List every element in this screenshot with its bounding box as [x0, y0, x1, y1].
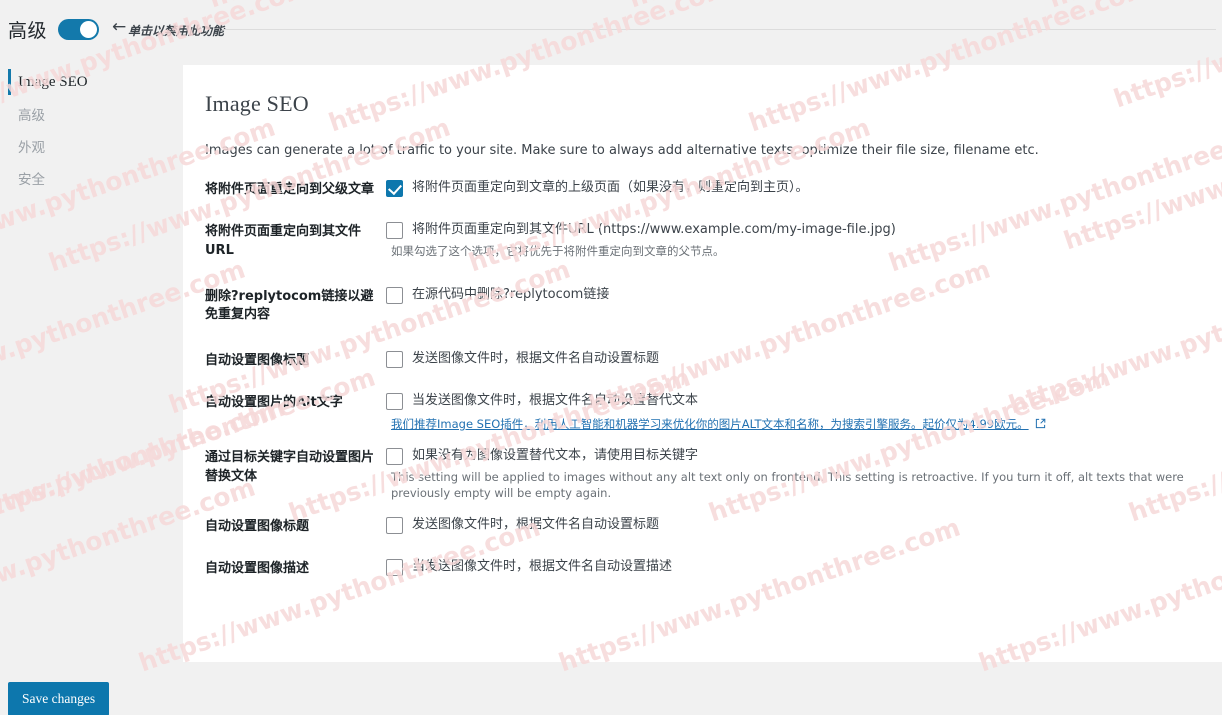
- checkbox-line: 当发送图像文件时，根据文件名自动设置替代文本: [386, 393, 1200, 411]
- save-changes-button[interactable]: Save changes: [8, 682, 110, 715]
- setting-label: 自动设置图像标题: [205, 353, 310, 369]
- promo-link-wrapper: 我们推荐Image SEO插件，利用人工智能和机器学习来优化你的图片ALT文本和…: [386, 410, 1200, 434]
- setting-label: 通过目标关键字自动设置图片替换文体: [205, 450, 375, 484]
- checkbox-label[interactable]: 当发送图像文件时，根据文件名自动设置描述: [412, 559, 672, 576]
- setting-checkbox[interactable]: [386, 558, 403, 576]
- setting-label: 自动设置图像描述: [205, 560, 310, 576]
- page-title: Image SEO: [205, 91, 309, 116]
- setting-checkbox[interactable]: [386, 448, 403, 466]
- setting-help-text: 如果勾选了这个选项，它将优先于将附件重定向到文章的父节点。: [391, 243, 725, 258]
- sidebar-item-label: 安全: [18, 172, 45, 188]
- checkbox-line: 将附件页面重定向到其文件URL (https://www.example.com…: [386, 221, 1200, 239]
- checkbox-label[interactable]: 发送图像文件时，根据文件名自动设置标题: [412, 517, 659, 534]
- setting-field: 发送图像文件时，根据文件名自动设置标题: [385, 517, 1200, 535]
- setting-field: 在源代码中删除?replytocom链接: [385, 286, 1200, 304]
- sidebar-item-image-seo[interactable]: Image SEO: [0, 66, 183, 98]
- setting-row: 删除?replytocom链接以避免重复内容 在源代码中删除?replytocom…: [205, 286, 1200, 326]
- page-description: Images can generate a lot of traffic to …: [205, 143, 1039, 158]
- setting-row: 自动设置图片的Alt文字 当发送图像文件时，根据文件名自动设置替代文本我们推荐Im…: [205, 393, 1200, 434]
- header-divider: [222, 29, 1216, 30]
- save-bar: Save changes: [0, 662, 1222, 715]
- advanced-label: 高级: [8, 20, 48, 42]
- external-link-icon[interactable]: [1035, 416, 1046, 434]
- setting-field: 发送图像文件时，根据文件名自动设置标题: [385, 351, 1200, 369]
- setting-row: 自动设置图像标题 发送图像文件时，根据文件名自动设置标题: [205, 351, 1200, 371]
- sidebar-item-1[interactable]: 高级: [0, 98, 183, 130]
- setting-checkbox[interactable]: [386, 180, 403, 197]
- setting-label: 自动设置图像标题: [205, 519, 310, 535]
- image-seo-promo-link[interactable]: 我们推荐Image SEO插件，利用人工智能和机器学习来优化你的图片ALT文本和…: [391, 416, 1029, 432]
- checkbox-line: 如果没有为图像设置替代文本，请使用目标关键字: [386, 448, 1200, 466]
- checkbox-line: 将附件页面重定向到文章的上级页面（如果没有，则重定向到主页）。: [386, 180, 1200, 197]
- settings-panel: Image SEO Images can generate a lot of t…: [183, 65, 1222, 662]
- arrow-left-icon: ←: [112, 17, 127, 37]
- setting-row: 通过目标关键字自动设置图片替换文体 如果没有为图像设置替代文本，请使用目标关键字 T…: [205, 448, 1200, 501]
- checkbox-label[interactable]: 将附件页面重定向到文章的上级页面（如果没有，则重定向到主页）。: [412, 180, 809, 197]
- sidebar-item-label: 高级: [18, 108, 45, 124]
- checkbox-label[interactable]: 在源代码中删除?replytocom链接: [412, 287, 609, 304]
- toggle-knob: [80, 21, 97, 38]
- setting-field: 当发送图像文件时，根据文件名自动设置替代文本我们推荐Image SEO插件，利用…: [385, 393, 1200, 434]
- setting-row: 将附件页面重定向到父级文章 将附件页面重定向到文章的上级页面（如果没有，则重定向到…: [205, 180, 1200, 200]
- setting-field: 如果没有为图像设置替代文本，请使用目标关键字 This setting will …: [385, 448, 1200, 501]
- setting-label: 将附件页面重定向到父级文章: [205, 182, 375, 197]
- toggle-hint-text: 单击以禁用此功能: [128, 24, 225, 38]
- sidebar-item-3[interactable]: 安全: [0, 162, 183, 194]
- checkbox-line: 发送图像文件时，根据文件名自动设置标题: [386, 351, 1200, 369]
- setting-row: 自动设置图像描述 当发送图像文件时，根据文件名自动设置描述: [205, 558, 1200, 579]
- app-root: 高级 ← 单击以禁用此功能 Image SEO 高级外观安全 Image SEO …: [0, 0, 1222, 715]
- checkbox-label[interactable]: 发送图像文件时，根据文件名自动设置标题: [412, 351, 659, 368]
- checkbox-label[interactable]: 将附件页面重定向到其文件URL (https://www.example.com…: [412, 222, 896, 239]
- checkbox-line: 在源代码中删除?replytocom链接: [386, 286, 1200, 304]
- setting-label: 将附件页面重定向到其文件URL: [205, 223, 362, 258]
- setting-checkbox[interactable]: [386, 393, 403, 411]
- checkbox-line: 发送图像文件时，根据文件名自动设置标题: [386, 517, 1200, 535]
- setting-checkbox[interactable]: [386, 221, 403, 239]
- advanced-toggle-bar: 高级 ← 单击以禁用此功能: [0, 0, 1222, 58]
- setting-row: 自动设置图像标题 发送图像文件时，根据文件名自动设置标题: [205, 517, 1200, 537]
- checkbox-label[interactable]: 如果没有为图像设置替代文本，请使用目标关键字: [412, 448, 698, 465]
- advanced-mode-toggle[interactable]: [58, 19, 99, 40]
- settings-rows: 将附件页面重定向到父级文章 将附件页面重定向到文章的上级页面（如果没有，则重定向到…: [205, 180, 1200, 579]
- setting-row: 将附件页面重定向到其文件URL 将附件页面重定向到其文件URL (https://…: [205, 221, 1200, 261]
- setting-field: 当发送图像文件时，根据文件名自动设置描述: [385, 558, 1200, 576]
- sidebar-item-2[interactable]: 外观: [0, 130, 183, 162]
- setting-help-text: This setting will be applied to images w…: [391, 470, 1184, 500]
- sidebar-item-label: Image SEO: [18, 73, 88, 90]
- setting-checkbox[interactable]: [386, 351, 403, 369]
- sidebar-item-label: 外观: [18, 140, 45, 156]
- checkbox-label[interactable]: 当发送图像文件时，根据文件名自动设置替代文本: [412, 393, 698, 410]
- setting-field: 将附件页面重定向到其文件URL (https://www.example.com…: [385, 221, 1200, 260]
- checkbox-line: 当发送图像文件时，根据文件名自动设置描述: [386, 558, 1200, 576]
- setting-checkbox[interactable]: [386, 517, 403, 535]
- setting-checkbox[interactable]: [386, 286, 403, 304]
- setting-field: 将附件页面重定向到文章的上级页面（如果没有，则重定向到主页）。: [385, 180, 1200, 197]
- setting-label: 自动设置图片的Alt文字: [205, 395, 343, 411]
- settings-sidebar: Image SEO 高级外观安全: [0, 66, 183, 194]
- setting-label: 删除?replytocom链接以避免重复内容: [205, 288, 374, 323]
